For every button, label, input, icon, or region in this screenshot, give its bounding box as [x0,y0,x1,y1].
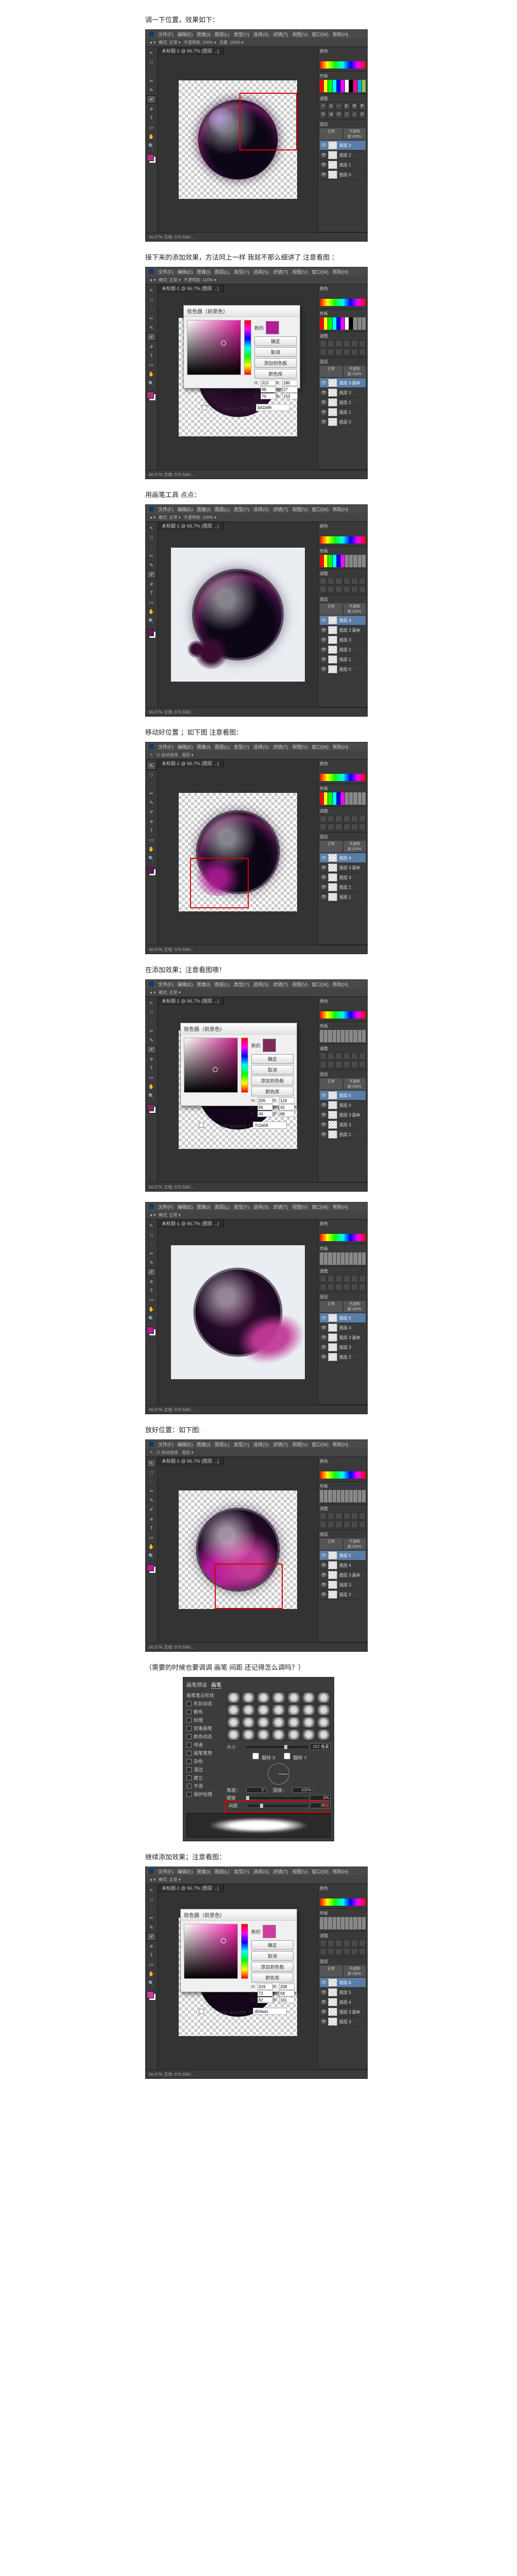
layer-row[interactable]: 👁图层 0 [320,170,366,180]
ps-window-3: 文件(F)编辑(E)图像(I)图层(L)类型(Y)选择(S)滤镜(T)视图(V)… [145,504,368,717]
caption-2: 接下来的添加效果，方法同上一样 我就不那么细讲了 注意看图 ： [145,252,372,262]
menu-item[interactable]: 视图(V) [292,31,308,38]
tool-stamp-icon[interactable]: ⌀ [147,105,156,113]
tool-eyedrop-icon[interactable]: ✎ [147,86,156,94]
doc-tab[interactable]: 未标题-1 @ 66.7% (图层 ...) [158,47,223,55]
tool-move-icon[interactable]: ↖ [147,49,156,57]
brush-size-value[interactable]: 252 像素 [310,1743,331,1750]
ps-logo-icon [149,31,154,37]
picker-webonly[interactable]: 只有 Web 颜色 [187,403,250,412]
status-bar: 66.67% 文档: 976.56K/... [146,232,367,241]
tool-marquee-icon[interactable]: □ [147,58,156,66]
picker-title: 拾色器（前景色） [184,306,300,317]
layers-panel[interactable]: 图层 正常 不透明度:100% 👁图层 3 👁图层 2 👁图层 1 👁图层 0 [318,120,367,232]
tool-lasso-icon[interactable]: ◌ [147,67,156,76]
panels: 颜色 色板 调整 ※▥◐◧▦◩▨◪▤◫◬▧ 图层 正常 不透明度:100% 👁图… [318,47,367,232]
picker-color-field[interactable] [187,320,241,375]
caption-5: 在添加效果；注意看图噢！ [145,964,372,974]
color-picker-dialog[interactable]: 拾色器（前景色） 新的 确定 取消 添加到色板 颜色库 H: R: [180,1909,297,1992]
ps-window-1: 文件(F) 编辑(E) 图像(I) 图层(L) 类型(Y) 选择(S) 滤镜(T… [145,29,368,242]
picker-lib-button[interactable]: 颜色库 [254,369,297,379]
picker-G[interactable] [282,386,298,393]
caption-6: 放好位置：如下图: [145,1425,372,1434]
opt-brush-icon[interactable]: ● ▾ [150,40,156,45]
menu-item[interactable]: 编辑(E) [178,31,193,38]
picker-S[interactable] [261,386,276,393]
picker-add-button[interactable]: 添加到色板 [254,358,297,368]
picker-R[interactable] [282,380,298,386]
brush-preset-grid[interactable] [227,1692,331,1740]
menu-item[interactable]: 滤镜(T) [273,31,288,38]
picker-cancel-button[interactable]: 取消 [254,347,297,357]
ps-window-8: 文件(F)编辑(E)图像(I)图层(L)类型(Y)选择(S)滤镜(T)视图(V)… [145,1867,368,2079]
caption-4: 移动好位置 ；如下图 注意看图： [145,727,372,737]
color-swatch[interactable] [147,154,156,163]
picker-hex[interactable] [256,404,290,411]
brush-option-list: 画笔笔尖形状 形状动态 散布 纹理 双重画笔 颜色动态 传递 画笔笔势 杂色 湿… [186,1692,222,1810]
picker-B[interactable] [261,393,276,399]
menu-item[interactable]: 帮助(H) [333,31,349,38]
picker-values: H: R: S: G: B: B: [254,380,297,399]
menu-item[interactable]: 文件(F) [158,31,174,38]
ps-window-7: 文件(F)编辑(E)图像(I)图层(L)类型(Y)选择(S)滤镜(T)视图(V)… [145,1439,368,1652]
brush-size-slider[interactable] [246,1746,308,1748]
color-picker-dialog[interactable]: 拾色器（前景色） 新的 确定 取消 添加到色板 颜色库 H: R: [180,1023,297,1106]
menu-item[interactable]: 选择(S) [253,31,269,38]
toolbox: ↖ □ ◌ ✂ ✎ ✐ ⌀ T ▭ ✋ 🔍 [146,47,158,232]
color-panel[interactable]: 颜色 [318,47,367,72]
picker-new-swatch [266,321,279,334]
adjustments-panel[interactable]: 调整 ※▥◐◧▦◩▨◪▤◫◬▧ [318,94,367,120]
layer-row[interactable]: 👁图层 1 [320,160,366,170]
brush-hardness-slider[interactable] [246,1797,308,1799]
tool-hand-icon[interactable]: ✋ [147,132,156,141]
caption-1: 调一下位置，效果如下： [145,14,372,24]
picker-Bc[interactable] [282,393,298,399]
canvas-area[interactable]: 未标题-1 @ 66.7% (图层 ...) 拾色器（前景色） 新的 [158,284,318,470]
brush-settings-panel[interactable]: 画笔预设 画笔 画笔笔尖形状 形状动态 散布 纹理 双重画笔 颜色动态 传递 画… [183,1677,334,1841]
picker-ok-button[interactable]: 确定 [254,336,297,346]
ps-window-4: 文件(F)编辑(E)图像(I)图层(L)类型(Y)选择(S)滤镜(T)视图(V)… [145,742,368,954]
swatches-panel[interactable]: 色板 [318,72,367,94]
options-bar: ● ▾ 模式: 正常 ▾不透明度: 100% ▾流量: 100% ▾ [146,38,367,47]
tool-type-icon[interactable]: T [147,114,156,122]
eye-icon[interactable]: 👁 [321,143,326,148]
menu-item[interactable]: 窗口(W) [312,31,329,38]
menubar: 文件(F) 编辑(E) 图像(I) 图层(L) 类型(Y) 选择(S) 滤镜(T… [146,30,367,38]
menu-item[interactable]: 图像(I) [197,31,211,38]
menu-item[interactable]: 图层(L) [215,31,230,38]
tool-crop-icon[interactable]: ✂ [147,77,156,85]
canvas-area[interactable]: 未标题-1 @ 66.7% (图层 ...) [158,47,318,232]
picker-H[interactable] [261,380,276,386]
layer-list[interactable]: 👁图层 3 👁图层 2 👁图层 1 👁图层 0 [320,141,366,230]
brush-preview [186,1813,331,1838]
picker-hue-strip[interactable] [244,320,251,375]
ps-window-5: 文件(F)编辑(E)图像(I)图层(L)类型(Y)选择(S)滤镜(T)视图(V)… [145,979,368,1192]
brush-angle-dial[interactable] [268,1763,289,1785]
menu-item[interactable]: 类型(Y) [234,31,249,38]
color-picker-dialog[interactable]: 拾色器（前景色） 新的 确定 取消 添加到色板 颜色库 [183,305,300,388]
brush-spacing-value[interactable]: 45% [310,1803,331,1808]
ps-window-2: 文件(F)编辑(E)图像(I)图层(L)类型(Y)选择(S)滤镜(T)视图(V)… [145,267,368,479]
brush-spacing-slider[interactable] [248,1805,308,1807]
layer-row[interactable]: 👁图层 3 [320,141,366,150]
tab-brush-presets[interactable]: 画笔预设 [186,1681,207,1689]
tool-zoom-icon[interactable]: 🔍 [147,142,156,150]
ps-window-6: 文件(F)编辑(E)图像(I)图层(L)类型(Y)选择(S)滤镜(T)视图(V)… [145,1202,368,1414]
caption-8: 继续添加效果；注意看图： [145,1852,372,1861]
tool-shape-icon[interactable]: ▭ [147,123,156,131]
layer-row[interactable]: 👁图层 2 [320,150,366,160]
caption-7: （需要的时候也要调调 画笔 间距 还记得怎么调吗？） [145,1662,372,1672]
tool-brush-icon[interactable]: ✐ [147,95,156,104]
tab-brush[interactable]: 画笔 [211,1681,221,1689]
caption-3: 用画笔工具 点点： [145,489,372,499]
